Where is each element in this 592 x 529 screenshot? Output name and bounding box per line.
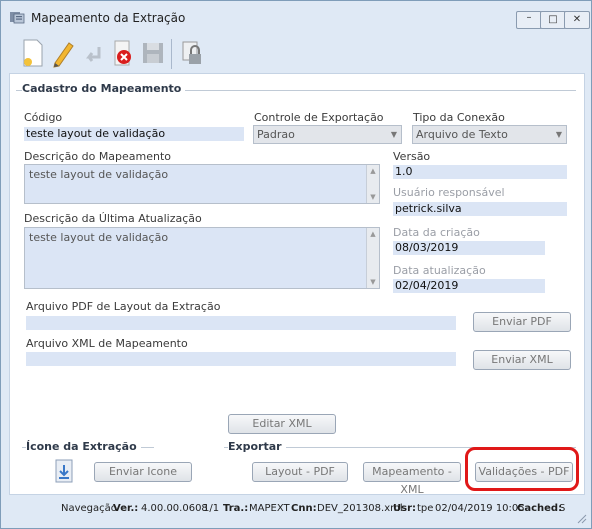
editar-xml-button[interactable]: Editar XML xyxy=(228,414,336,434)
title-bar[interactable]: Mapeamento da Extração – □ ✕ xyxy=(1,1,591,31)
usuario-field[interactable]: petrick.silva xyxy=(393,202,567,216)
data-atualizacao-field[interactable]: 02/04/2019 xyxy=(393,279,545,293)
ultima-atualizacao-value: teste layout de validação xyxy=(29,231,169,244)
tipo-conexao-select[interactable]: Arquivo de Texto ▼ xyxy=(412,125,567,144)
minimize-button[interactable]: – xyxy=(516,11,542,29)
save-button[interactable] xyxy=(139,37,167,69)
section-title-cadastro: Cadastro do Mapeamento xyxy=(22,82,186,95)
status-cached-label: Cached: xyxy=(517,503,563,514)
data-criacao-label: Data da criação xyxy=(393,226,480,239)
pencil-icon xyxy=(53,42,74,68)
arquivo-xml-label: Arquivo XML de Mapeamento xyxy=(26,337,188,350)
status-cnn-label: Cnn: xyxy=(291,503,317,514)
highlight-annotation xyxy=(465,447,579,491)
toolbar xyxy=(7,33,587,73)
enviar-pdf-button[interactable]: Enviar PDF xyxy=(473,312,571,332)
status-page: 1/1 xyxy=(203,503,220,514)
tipo-conexao-label: Tipo da Conexão xyxy=(413,111,505,124)
section-title-icone: Ícone da Extração xyxy=(26,440,141,453)
controle-exportacao-value: Padrao xyxy=(257,128,295,141)
status-nav: Navegação xyxy=(61,503,117,514)
close-button[interactable]: ✕ xyxy=(564,11,590,29)
scrollbar[interactable]: ▲ ▼ xyxy=(366,165,379,203)
arquivo-pdf-field[interactable] xyxy=(26,316,456,330)
scroll-down-icon: ▼ xyxy=(370,193,376,201)
tipo-conexao-value: Arquivo de Texto xyxy=(416,128,508,141)
chevron-down-icon: ▼ xyxy=(555,130,563,139)
versao-label: Versão xyxy=(393,150,431,163)
status-datetime: 02/04/2019 10:05 xyxy=(435,503,525,514)
enviar-xml-button[interactable]: Enviar XML xyxy=(473,350,571,370)
descricao-textarea[interactable]: teste layout de validação ▲ ▼ xyxy=(24,164,380,204)
maximize-button[interactable]: □ xyxy=(540,11,566,29)
status-tra-value: MAPEXT xyxy=(249,503,290,514)
status-bar: Navegação Ver.: 4.00.00.0608 1/1 Tra.: M… xyxy=(1,497,591,519)
descricao-value: teste layout de validação xyxy=(29,168,169,181)
codigo-field[interactable]: teste layout de validação xyxy=(24,127,244,141)
status-ver-label: Ver.: xyxy=(113,503,139,514)
data-criacao-field[interactable]: 08/03/2019 xyxy=(393,241,545,255)
delete-red-x-icon xyxy=(114,40,131,66)
layout-pdf-button[interactable]: Layout - PDF xyxy=(252,462,348,482)
data-atualizacao-label: Data atualização xyxy=(393,264,486,277)
scrollbar[interactable]: ▲ ▼ xyxy=(366,228,379,288)
status-cached-value: S xyxy=(559,503,566,514)
window-title: Mapeamento da Extração xyxy=(31,11,186,25)
scroll-down-icon: ▼ xyxy=(370,278,376,286)
download-icon xyxy=(55,459,73,483)
new-button[interactable] xyxy=(19,37,47,69)
minimize-icon: – xyxy=(526,12,532,23)
section-title-exportar: Exportar xyxy=(228,440,286,453)
undo-arrow-icon xyxy=(86,47,101,62)
toolbar-separator xyxy=(171,39,172,69)
lock-button[interactable] xyxy=(179,37,207,69)
mapeamento-xml-button[interactable]: Mapeamento - XML xyxy=(363,462,461,496)
ultima-atualizacao-textarea[interactable]: teste layout de validação ▲ ▼ xyxy=(24,227,380,289)
arquivo-pdf-label: Arquivo PDF de Layout da Extração xyxy=(26,300,221,313)
status-usr-label: Usr: xyxy=(393,503,417,514)
maximize-icon: □ xyxy=(548,14,558,25)
scroll-up-icon: ▲ xyxy=(370,167,376,175)
edit-button[interactable] xyxy=(49,37,77,69)
controle-exportacao-select[interactable]: Padrao ▼ xyxy=(253,125,402,144)
resize-grip-icon[interactable] xyxy=(577,514,587,524)
versao-field[interactable]: 1.0 xyxy=(393,165,567,179)
new-document-icon xyxy=(23,39,43,67)
form-panel: Cadastro do Mapeamento Código teste layo… xyxy=(9,73,585,496)
padlock-icon xyxy=(182,41,201,64)
app-icon xyxy=(10,12,25,24)
chevron-down-icon: ▼ xyxy=(390,130,398,139)
status-ver-value: 4.00.00.0608 xyxy=(141,503,208,514)
arquivo-xml-field[interactable] xyxy=(26,352,456,366)
controle-exportacao-label: Controle de Exportação xyxy=(254,111,384,124)
undo-button[interactable] xyxy=(79,37,107,69)
main-window: Mapeamento da Extração – □ ✕ Cadastro do… xyxy=(0,0,592,529)
close-icon: ✕ xyxy=(572,14,582,25)
status-tra-label: Tra.: xyxy=(223,503,249,514)
scroll-up-icon: ▲ xyxy=(370,230,376,238)
enviar-icone-button[interactable]: Enviar Icone xyxy=(94,462,192,482)
descricao-label: Descrição do Mapeamento xyxy=(24,150,172,163)
ultima-atualizacao-label: Descrição da Última Atualização xyxy=(24,212,202,225)
delete-button[interactable] xyxy=(109,37,137,69)
codigo-label: Código xyxy=(24,111,63,124)
usuario-label: Usuário responsável xyxy=(393,186,505,199)
status-cnn-value: DEV_201308.xml xyxy=(317,503,403,514)
floppy-disk-icon xyxy=(143,43,163,63)
status-usr-value: tpe xyxy=(417,503,434,514)
